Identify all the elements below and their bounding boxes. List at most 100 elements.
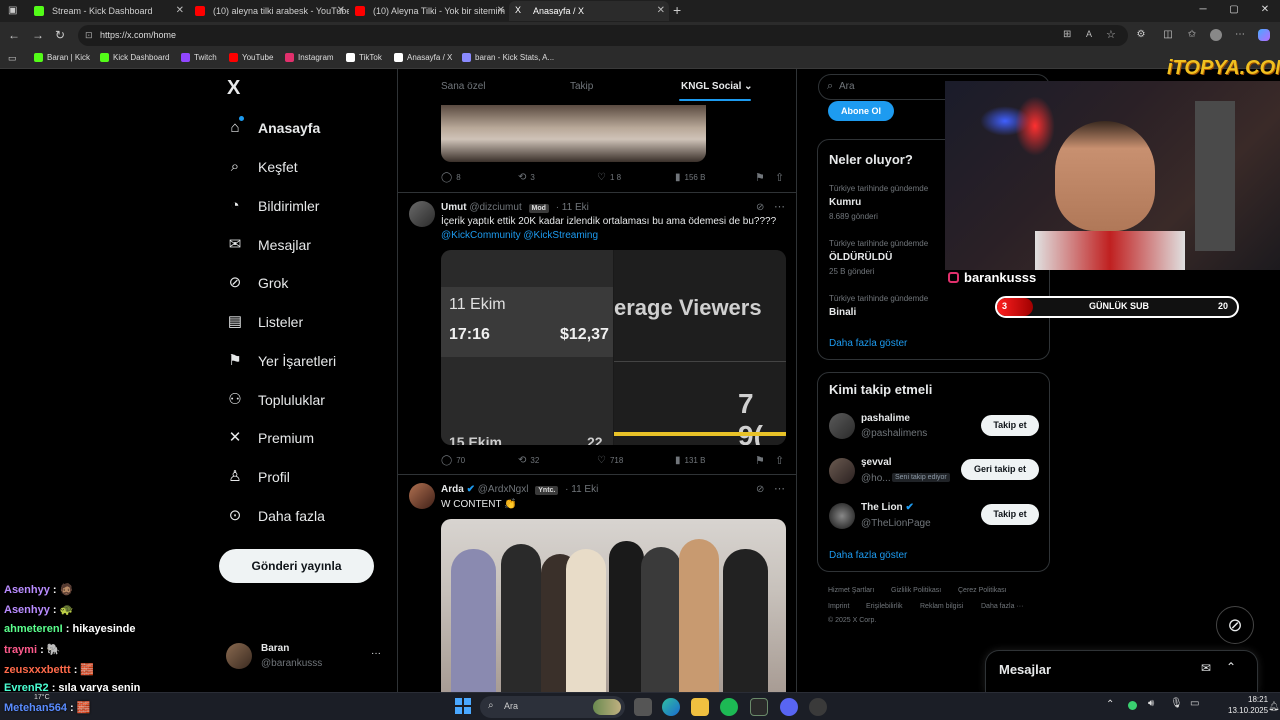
tab-x-home[interactable]: X Anasayfa / X ✕ (509, 1, 669, 21)
like-button[interactable]: ♡ 718 (597, 455, 623, 466)
read-aloud-icon[interactable]: A (1086, 29, 1092, 39)
chevron-up-icon[interactable]: ⌃ (1106, 699, 1114, 710)
clock-time[interactable]: 18:21 (1248, 695, 1268, 704)
nav-communities[interactable]: ⚇ Topluluklar (226, 386, 325, 414)
subscribe-button[interactable]: Abone Ol (828, 101, 894, 121)
close-icon[interactable]: ✕ (176, 5, 184, 16)
bookmark-baran-kick[interactable]: Baran | Kick (34, 53, 90, 62)
reading-list-icon[interactable]: ▭ (8, 53, 17, 64)
follow-back-button[interactable]: Geri takip et (961, 459, 1039, 480)
extensions-icon[interactable]: ⚙ (1135, 29, 1147, 41)
avatar[interactable] (409, 201, 435, 227)
share-icon[interactable]: ⇧ (775, 454, 784, 467)
nav-grok[interactable]: ⊘ Grok (226, 269, 289, 297)
url-field[interactable]: ⊡ https://x.com/home ⊞ A ☆ (78, 25, 1128, 46)
bookmark-kick-dashboard[interactable]: Kick Dashboard (100, 53, 169, 62)
edge-icon[interactable] (662, 698, 680, 716)
nav-notifications[interactable]: ◔ Bildirimler (226, 192, 319, 220)
notification-bell-icon[interactable]: 🔔︎ (1268, 701, 1279, 712)
messages-drawer[interactable]: Mesajlar ✉ ⌃ (985, 650, 1258, 692)
weather-widget[interactable]: 17°C (34, 694, 50, 701)
more-icon[interactable]: ⋯ (774, 482, 785, 495)
network-icon[interactable]: ▭ (1190, 698, 1199, 709)
tab-kick-dashboard[interactable]: Stream - Kick Dashboard ✕ (28, 1, 188, 21)
spotify-icon[interactable] (720, 698, 738, 716)
nav-bookmarks[interactable]: ⚑ Yer İşaretleri (226, 347, 336, 375)
footer-link[interactable]: Daha fazla ··· (981, 603, 1023, 610)
mic-icon[interactable]: 🎙︎ (1170, 698, 1183, 709)
tweet-author[interactable]: Umut @dizciumut Mod · 11 Eki (441, 202, 589, 213)
grok-icon[interactable]: ⊘ (756, 202, 764, 213)
views-button[interactable]: ▮ 131 B (675, 455, 705, 466)
avatar[interactable] (409, 483, 435, 509)
forward-icon[interactable]: → (32, 28, 44, 42)
footer-link[interactable]: Gizlilik Politikası (891, 587, 941, 594)
who-show-more[interactable]: Daha fazla göster (829, 550, 907, 561)
trends-show-more[interactable]: Daha fazla göster (829, 338, 907, 349)
app-icon[interactable] (809, 698, 827, 716)
retweet-button[interactable]: ⟲ 3 (518, 172, 535, 183)
who-name[interactable]: şevval (861, 457, 892, 468)
favorite-star-icon[interactable]: ☆ (1106, 28, 1116, 41)
discord-icon[interactable] (780, 698, 798, 716)
nav-profile[interactable]: ♙ Profil (226, 463, 290, 491)
avatar[interactable] (829, 413, 855, 439)
like-button[interactable]: ♡ 1 8 (597, 172, 621, 183)
profile-avatar-icon[interactable] (1210, 29, 1222, 41)
post-button[interactable]: Gönderi yayınla (219, 549, 374, 583)
split-screen-icon[interactable]: ◫ (1162, 29, 1174, 41)
favorites-icon[interactable]: ✩ (1186, 29, 1198, 41)
reply-button[interactable]: ◯ 8 (441, 172, 461, 183)
chevron-up-icon[interactable]: ⌃ (1226, 660, 1236, 674)
reply-button[interactable]: ◯ 70 (441, 455, 465, 466)
account-switcher[interactable]: Baran @barankusss ··· (226, 641, 386, 675)
who-name[interactable]: pashalime (861, 413, 910, 424)
bookmark-youtube[interactable]: YouTube (229, 53, 273, 62)
bookmark-x[interactable]: Anasayfa / X (394, 53, 452, 62)
tab-for-you[interactable]: Sana özel (441, 81, 485, 92)
footer-link[interactable]: Hizmet Şartları (828, 587, 874, 594)
maximize-icon[interactable]: ▢ (1224, 4, 1244, 15)
close-icon[interactable]: ✕ (337, 5, 345, 16)
tab-youtube-2[interactable]: (10) Aleyna Tilki - Yok bir sitemim ✕ (349, 1, 509, 21)
refresh-icon[interactable]: ↻ (55, 28, 65, 42)
avatar[interactable] (829, 458, 855, 484)
tweet-image[interactable] (441, 105, 706, 162)
app-icon[interactable] (750, 698, 768, 716)
speaker-icon[interactable]: 🔊︎ (1148, 698, 1154, 709)
share-icon[interactable]: ⇧ (775, 171, 784, 184)
views-button[interactable]: ▮ 156 B (675, 172, 705, 183)
tweet-author[interactable]: Arda ✔ @ArdxNgxl Yntc. · 11 Eki (441, 484, 598, 495)
grok-float-button[interactable]: ⊘ (1216, 606, 1254, 644)
taskbar-search[interactable]: ⌕ Ara (480, 696, 625, 718)
back-icon[interactable]: ← (8, 28, 20, 42)
who-name[interactable]: The Lion ✔ (861, 502, 914, 513)
tweet-image[interactable] (441, 519, 786, 692)
tweet-image[interactable]: 11 Ekim 17:16 $12,37 15 Ekim 22 erage Vi… (441, 250, 786, 445)
bookmark-instagram[interactable]: Instagram (285, 53, 334, 62)
tab-kngl-social[interactable]: KNGL Social ⌄ (681, 81, 753, 92)
nav-lists[interactable]: ▤ Listeler (226, 308, 303, 336)
footer-link[interactable]: Reklam bilgisi (920, 603, 963, 610)
minimize-icon[interactable]: ─ (1193, 4, 1213, 15)
tab-actions-icon[interactable]: ▣ (8, 5, 17, 16)
nav-premium[interactable]: ✕ Premium (226, 424, 314, 452)
x-logo-icon[interactable]: X (227, 77, 240, 100)
footer-link[interactable]: Erişilebilirlik (866, 603, 903, 610)
follow-button[interactable]: Takip et (981, 504, 1039, 525)
task-view-icon[interactable] (634, 698, 652, 716)
retweet-button[interactable]: ⟲ 32 (518, 455, 539, 466)
bookmark-kick-stats[interactable]: baran - Kick Stats, A... (462, 53, 554, 62)
nav-messages[interactable]: ✉ Mesajlar (226, 231, 311, 259)
copilot-icon[interactable] (1258, 29, 1270, 41)
nav-explore[interactable]: ⌕ Keşfet (226, 153, 298, 181)
clock-date[interactable]: 13.10.2025 (1228, 706, 1268, 715)
close-icon[interactable]: ✕ (497, 5, 505, 16)
bookmark-icon[interactable]: ⚑ (755, 171, 765, 184)
avatar[interactable] (829, 503, 855, 529)
bookmark-icon[interactable]: ⚑ (755, 454, 765, 467)
tab-youtube-1[interactable]: (10) aleyna tilki arabesk - YouTube ✕ (189, 1, 349, 21)
more-icon[interactable]: ··· (371, 648, 381, 659)
file-explorer-icon[interactable] (691, 698, 709, 716)
app-icon[interactable]: ⊞ (1063, 29, 1071, 40)
